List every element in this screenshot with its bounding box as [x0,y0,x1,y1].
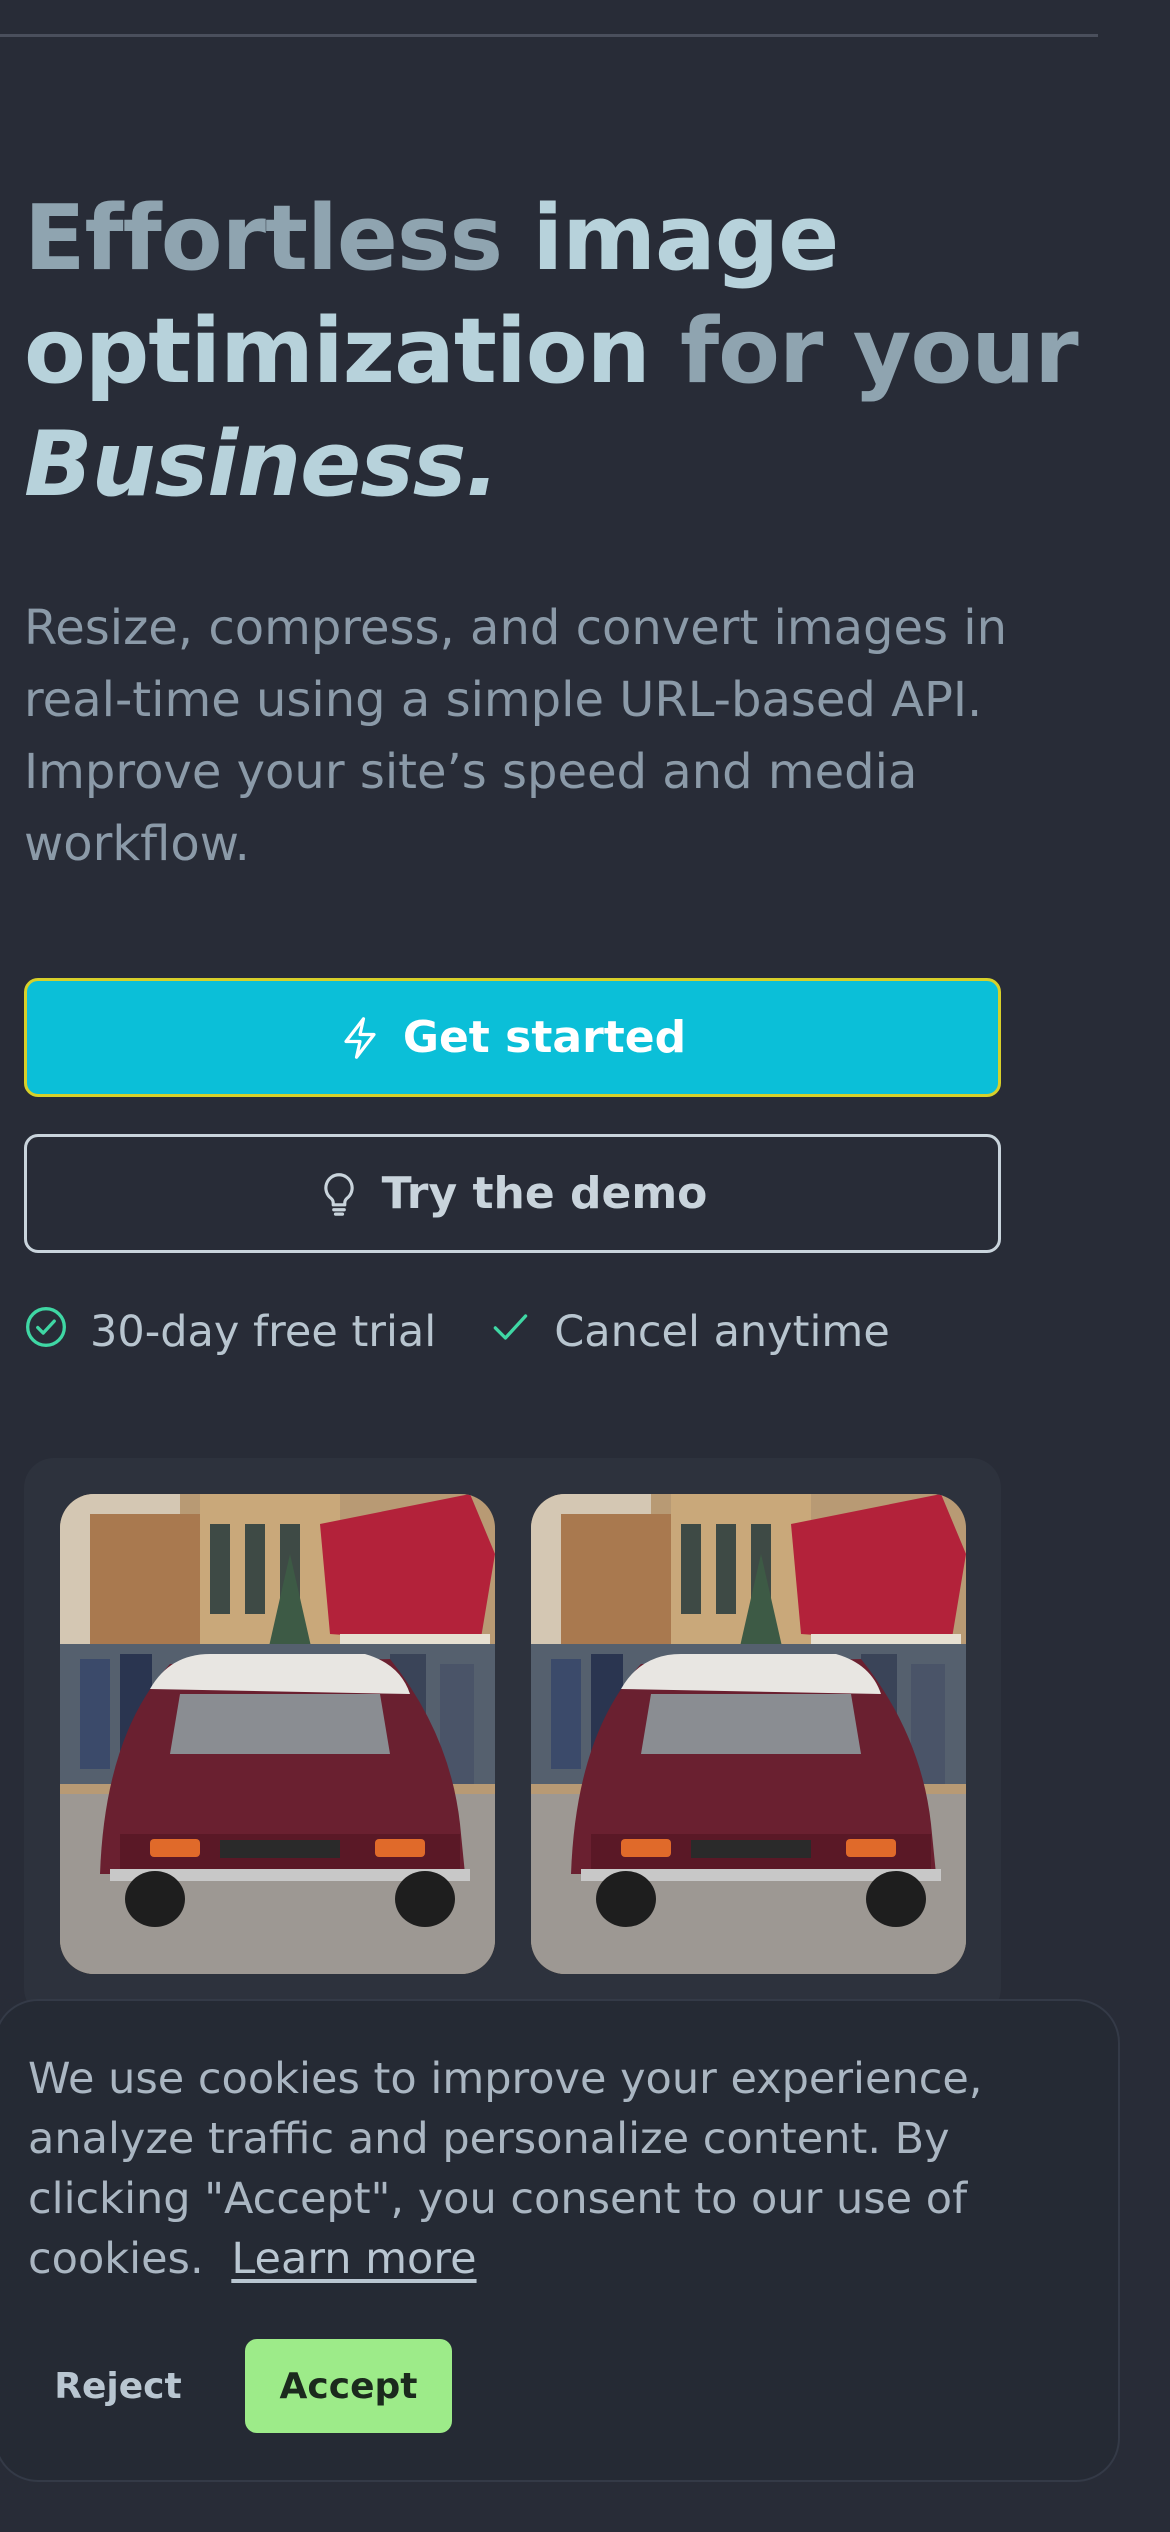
hero-title-optimization: optimization [24,299,651,404]
get-started-label: Get started [402,1012,687,1063]
image-comparison-gallery [24,1458,1001,2018]
badge-cancel-anytime-label: Cancel anytime [554,1307,890,1357]
badge-free-trial-label: 30-day free trial [90,1307,437,1357]
cookie-banner: We use cookies to improve your experienc… [0,1999,1120,2482]
hero-title-business: Business. [24,412,500,517]
car-photo-optimized [531,1494,966,1974]
try-demo-label: Try the demo [381,1168,708,1219]
reject-button[interactable]: Reject [28,2339,208,2433]
accept-button[interactable]: Accept [245,2339,452,2433]
check-icon [488,1305,532,1360]
hero-title: Effortless image optimization for your B… [24,182,1084,521]
cookie-text: We use cookies to improve your experienc… [28,2049,1048,2289]
badge-cancel-anytime: Cancel anytime [488,1305,890,1360]
cookie-message: We use cookies to improve your experienc… [28,2054,983,2284]
badge-free-trial: 30-day free trial [24,1305,436,1360]
try-demo-button[interactable]: Try the demo [24,1134,1001,1253]
lightning-icon [339,1015,381,1061]
lightbulb-icon [318,1171,360,1217]
top-divider [0,34,1098,37]
get-started-button[interactable]: Get started [24,978,1001,1097]
hero-title-image: image [532,186,839,291]
feature-badges: 30-day free trial Cancel anytime [24,1302,890,1362]
car-photo-original [60,1494,495,1974]
hero-title-effortless: Effortless [24,186,503,291]
learn-more-link[interactable]: Learn more [231,2234,476,2284]
hero-title-for-your: for your [680,299,1079,404]
check-circle-icon [24,1305,68,1360]
hero-subtitle: Resize, compress, and convert images in … [24,600,1008,872]
